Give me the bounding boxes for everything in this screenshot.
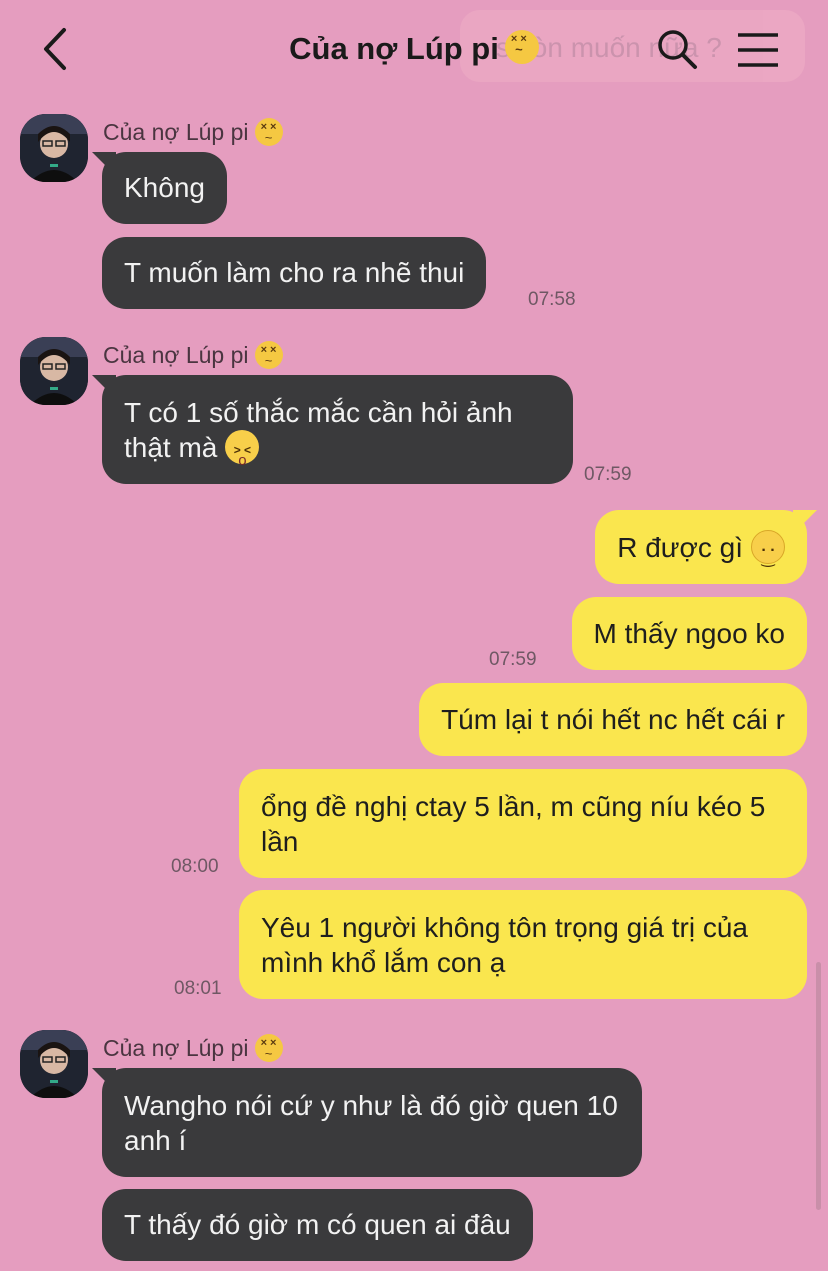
- message-bubble-incoming[interactable]: T thấy đó giờ m có quen ai đâu: [102, 1189, 533, 1261]
- confounded-face-emoji: [504, 30, 539, 64]
- message-timestamp: 08:00: [171, 856, 219, 877]
- message-bubble-incoming[interactable]: Wangho nói cứ y như là đó giờ quen 10 an…: [102, 1068, 642, 1177]
- chat-title-text: Của nợ Lúp pi: [289, 31, 499, 66]
- menu-icon[interactable]: [736, 30, 780, 70]
- avatar[interactable]: [20, 337, 88, 405]
- avatar[interactable]: [20, 1030, 88, 1098]
- confounded-face-emoji: [254, 118, 283, 146]
- message-text: Không: [124, 172, 205, 203]
- sender-name-text: Của nợ Lúp pi: [103, 119, 249, 145]
- message-timestamp: 08:01: [174, 978, 222, 999]
- avatar-photo: [20, 114, 88, 182]
- confounded-face-emoji: [254, 341, 283, 369]
- message-text: Yêu 1 người không tôn trọng giá trị của …: [261, 912, 748, 978]
- avatar-photo: [20, 337, 88, 405]
- smiling-face-emoji: [751, 529, 785, 576]
- avatar[interactable]: [20, 114, 88, 182]
- sender-name: Của nợ Lúp pi: [103, 341, 283, 369]
- message-text: Túm lại t nói hết nc hết cái r: [441, 704, 785, 735]
- message-bubble-outgoing[interactable]: M thấy ngoo ko: [571, 597, 807, 670]
- message-text: Wangho nói cứ y như là đó giờ quen 10 an…: [124, 1090, 618, 1156]
- message-bubble-outgoing[interactable]: ổng đề nghị ctay 5 lần, m cũng níu kéo 5…: [239, 769, 807, 878]
- search-icon[interactable]: [656, 28, 698, 70]
- message-text: ổng đề nghị ctay 5 lần, m cũng níu kéo 5…: [261, 791, 766, 857]
- message-text: T thấy đó giờ m có quen ai đâu: [124, 1209, 511, 1240]
- message-bubble-outgoing[interactable]: R được gì: [595, 510, 807, 584]
- sender-name-text: Của nợ Lúp pi: [103, 342, 249, 368]
- message-text: T có 1 số thắc mắc cần hỏi ảnh thật mà: [124, 397, 513, 463]
- confounded-face-emoji: [254, 1034, 283, 1062]
- message-timestamp: 07:58: [528, 289, 576, 310]
- message-bubble-outgoing[interactable]: Yêu 1 người không tôn trọng giá trị của …: [239, 890, 807, 999]
- message-timestamp: 07:59: [489, 649, 537, 670]
- sender-name-text: Của nợ Lúp pi: [103, 1035, 249, 1061]
- sender-name: Của nợ Lúp pi: [103, 118, 283, 146]
- message-bubble-incoming[interactable]: Không: [102, 152, 227, 224]
- crying-face-emoji: [225, 430, 260, 478]
- chat-title: Của nợ Lúp pi: [0, 30, 828, 67]
- message-bubble-outgoing[interactable]: Túm lại t nói hết nc hết cái r: [419, 683, 807, 756]
- message-bubble-incoming[interactable]: T muốn làm cho ra nhẽ thui: [102, 237, 487, 309]
- message-text: T muốn làm cho ra nhẽ thui: [124, 257, 465, 288]
- scrollbar[interactable]: [816, 962, 821, 1210]
- message-timestamp: 07:59: [584, 464, 632, 485]
- avatar-photo: [20, 1030, 88, 1098]
- message-text: M thấy ngoo ko: [593, 618, 785, 649]
- chat-header: s còn muốn nữa ? Của nợ Lúp pi: [0, 0, 828, 100]
- sender-name: Của nợ Lúp pi: [103, 1034, 283, 1062]
- message-bubble-incoming[interactable]: T có 1 số thắc mắc cần hỏi ảnh thật mà: [102, 375, 573, 484]
- message-text: R được gì: [617, 532, 743, 563]
